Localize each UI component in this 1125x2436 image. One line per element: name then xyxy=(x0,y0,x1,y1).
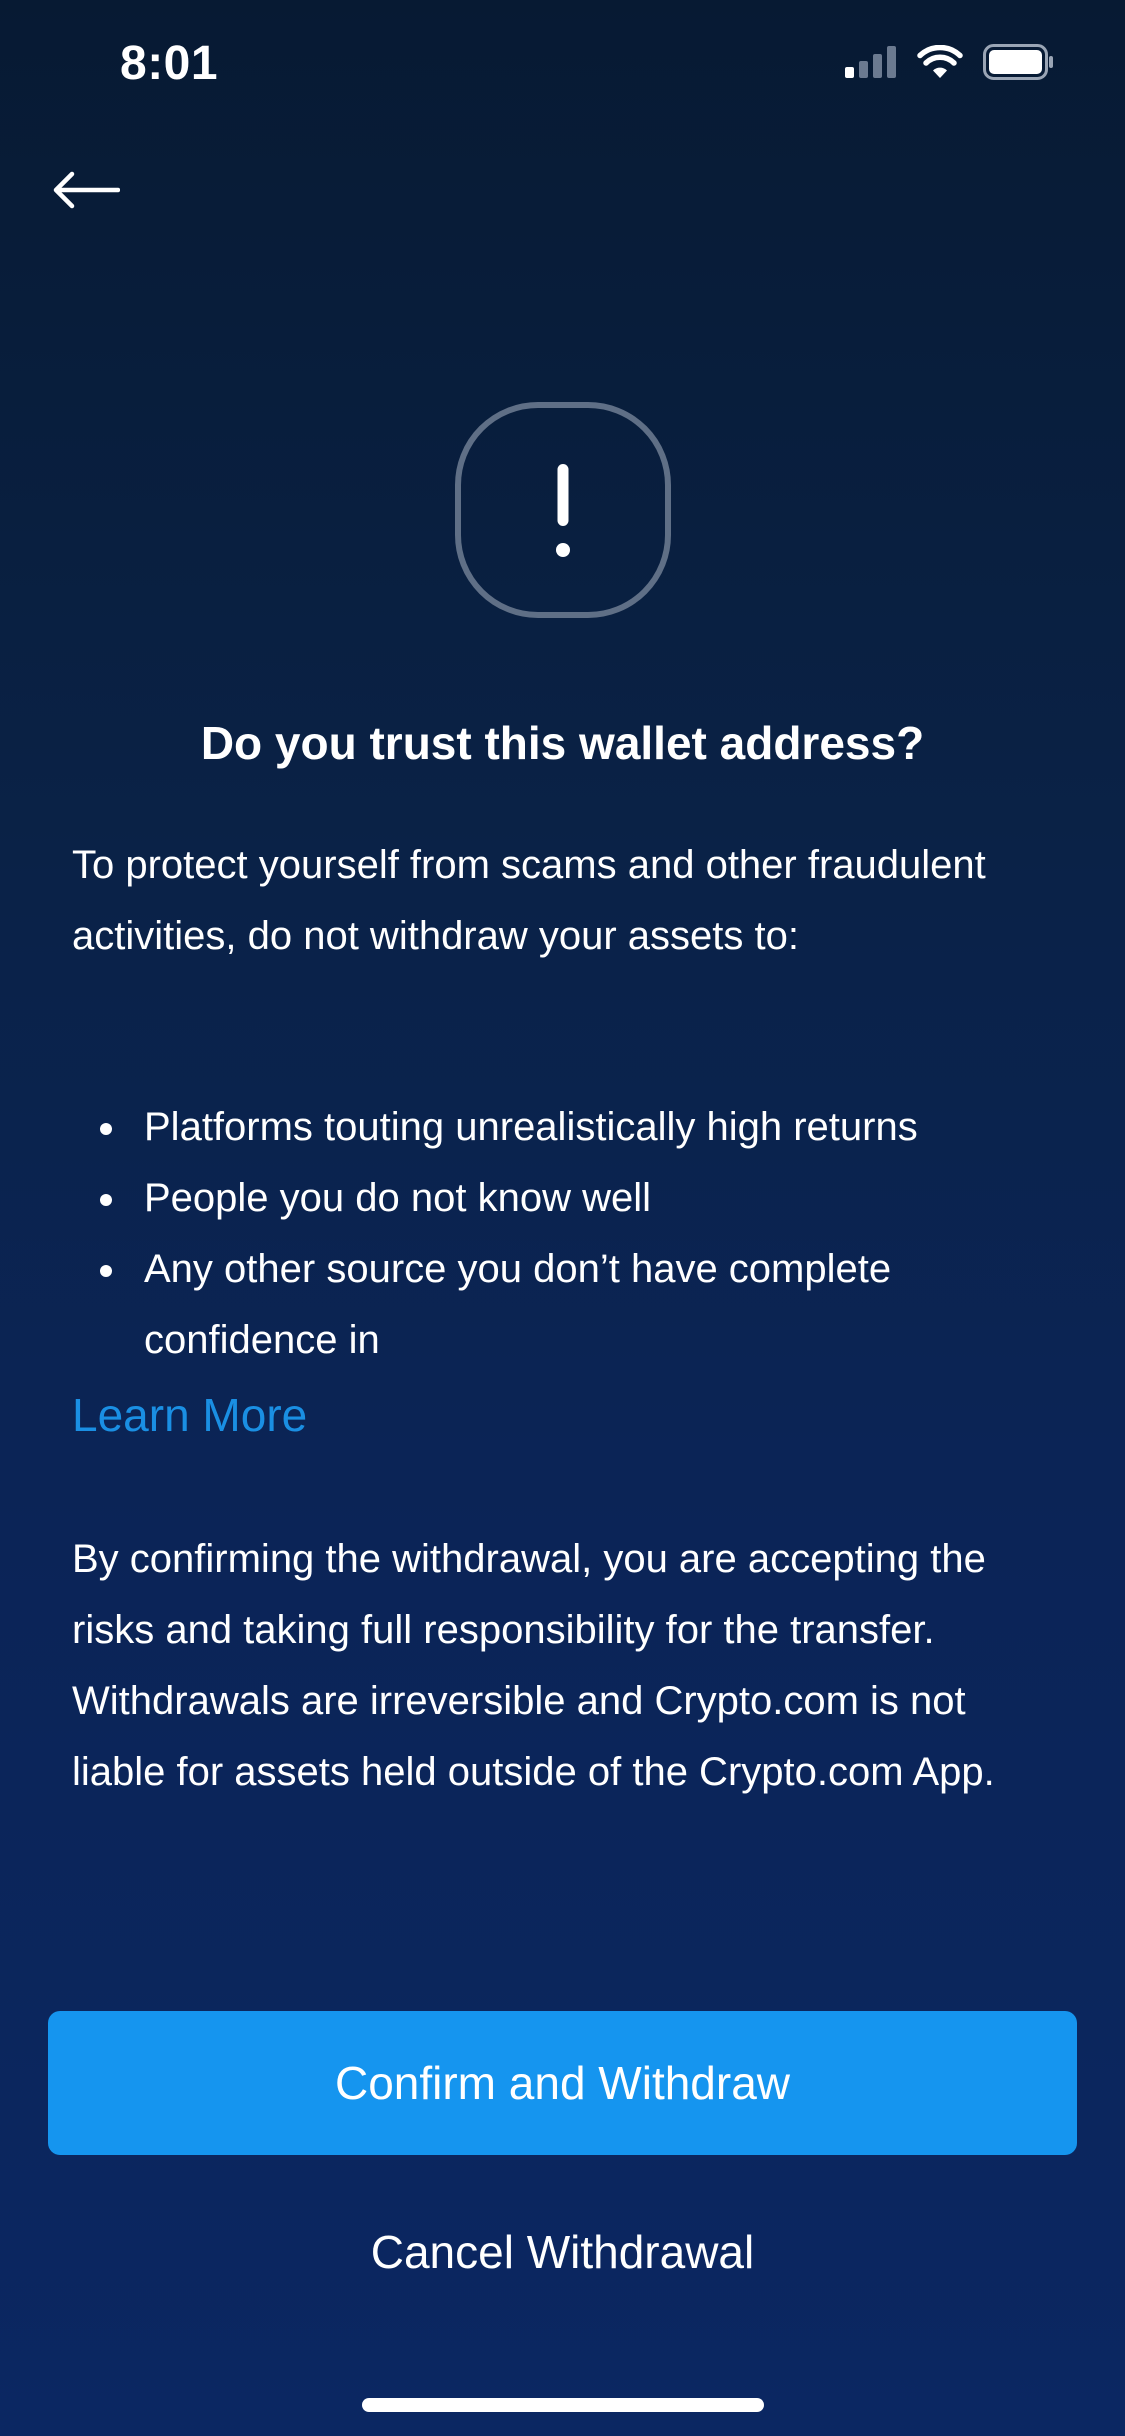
list-item: Any other source you don’t have complete… xyxy=(72,1234,1062,1376)
list-item: People you do not know well xyxy=(72,1163,1062,1234)
battery-icon xyxy=(983,44,1053,80)
warning-bullet-list: Platforms touting unrealistically high r… xyxy=(72,1092,1062,1376)
withdrawal-warning-screen: 8:01 Do you trust this wallet address? T… xyxy=(0,0,1125,2436)
page-title: Do you trust this wallet address? xyxy=(200,717,925,769)
signal-icon xyxy=(845,46,896,78)
warning-intro-text: To protect yourself from scams and other… xyxy=(72,843,986,958)
wifi-icon xyxy=(917,45,963,78)
home-indicator xyxy=(362,2398,764,2412)
learn-more-link[interactable]: Learn More xyxy=(72,1380,307,1450)
status-bar: 8:01 xyxy=(0,0,1125,132)
confirm-withdraw-button[interactable]: Confirm and Withdraw xyxy=(48,2011,1077,2155)
back-button[interactable] xyxy=(46,160,126,220)
status-icons xyxy=(845,44,1055,80)
back-arrow-icon xyxy=(53,171,120,209)
exclamation-warning-icon xyxy=(455,402,671,618)
list-item: Platforms touting unrealistically high r… xyxy=(72,1092,1062,1163)
cancel-withdrawal-button[interactable]: Cancel Withdrawal xyxy=(0,2212,1125,2292)
status-time: 8:01 xyxy=(120,37,219,90)
disclaimer-text: By confirming the withdrawal, you are ac… xyxy=(72,1537,995,1794)
